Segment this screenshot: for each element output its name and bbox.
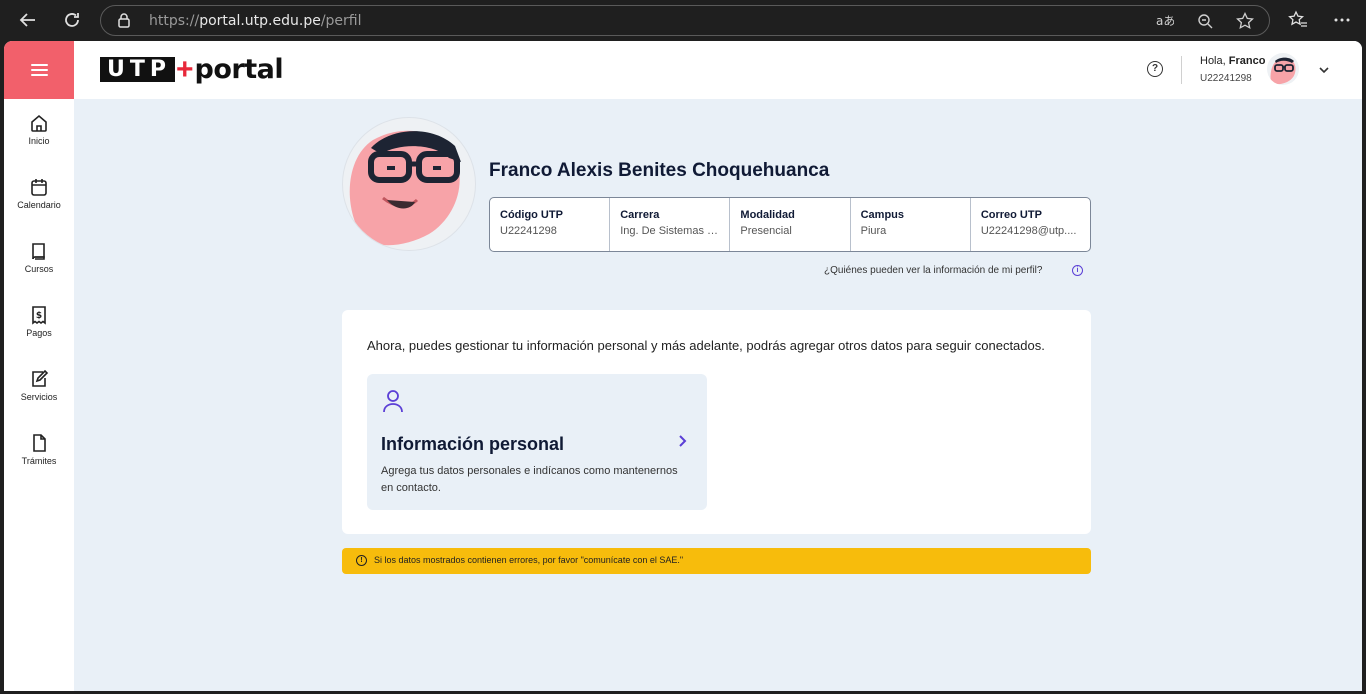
zoom-icon[interactable] [1195,11,1215,31]
sidebar-item-label: Servicios [20,392,58,402]
info-value: U22241298@utp.... [980,225,1077,237]
personal-info-description: Agrega tus datos personales e indícanos … [381,465,678,494]
info-label: Modalidad [740,209,795,221]
info-label: Carrera [620,209,660,221]
avatar[interactable] [1267,53,1299,85]
sidebar: Inicio Calendario Cursos $ Pagos Servici… [4,99,74,691]
sidebar-item-label: Inicio [28,136,50,146]
profile-info-table: Código UTP U22241298 Carrera Ing. De Sis… [489,197,1091,252]
greeting: Hola, Franco [1200,55,1266,67]
chevron-right-icon[interactable] [677,433,689,454]
user-code: U22241298 [1200,73,1252,84]
header-divider [1181,56,1182,84]
sidebar-item-cursos[interactable]: Cursos [4,241,74,291]
chevron-down-icon[interactable] [1318,63,1330,81]
sidebar-item-calendario[interactable]: Calendario [4,177,74,227]
warning-banner: ! Si los datos mostrados contienen error… [342,548,1091,574]
warning-icon: ! [356,555,367,566]
svg-text:aあ: aあ [1156,14,1174,28]
sidebar-item-tramites[interactable]: Trámites [4,433,74,483]
portal-app: UTP + portal ? Hola, Franco U22241298 In… [4,41,1362,691]
info-campus: Campus Piura [851,198,971,251]
window-edge [1362,41,1366,694]
home-icon [31,114,47,132]
info-label: Correo UTP [980,209,1042,221]
warning-text: Si los datos mostrados contienen errores… [374,555,684,565]
personal-info-title: Información personal [381,434,565,454]
reload-icon[interactable] [60,8,84,32]
info-value: Ing. De Sistemas E ... [620,225,720,237]
receipt-icon: $ [32,306,46,325]
profile-full-name: Franco Alexis Benites Choquehuanca [489,160,830,181]
more-options-icon[interactable] [1330,8,1354,32]
book-icon [32,243,45,260]
info-value: Piura [860,225,887,237]
top-header: UTP + portal ? Hola, Franco U22241298 [74,41,1362,99]
personal-info-panel: Ahora, puedes gestionar tu información p… [342,310,1091,534]
url-text: https://portal.utp.edu.pe/perfil [149,13,362,29]
favorites-icon[interactable] [1286,8,1310,32]
info-icon[interactable]: i [1072,265,1083,276]
sidebar-item-pagos[interactable]: $ Pagos [4,305,74,355]
sidebar-item-inicio[interactable]: Inicio [4,113,74,163]
sidebar-item-label: Calendario [17,200,61,210]
info-codigo: Código UTP U22241298 [490,198,611,251]
favorite-star-icon[interactable] [1235,11,1255,31]
info-correo: Correo UTP U22241298@utp.... [971,198,1090,251]
logo-utp-text: UTP [100,56,175,82]
edit-icon [32,369,49,387]
address-bar[interactable]: https://portal.utp.edu.pe/perfil aあ [100,5,1270,36]
browser-toolbar: https://portal.utp.edu.pe/perfil aあ [0,0,1366,41]
profile-visibility-link[interactable]: ¿Quiénes pueden ver la información de mi… [824,265,1042,276]
help-icon[interactable]: ? [1147,61,1163,77]
sidebar-item-servicios[interactable]: Servicios [4,369,74,419]
info-label: Campus [860,209,905,221]
profile-avatar [342,117,476,251]
back-arrow-icon[interactable] [16,8,40,32]
read-aloud-icon[interactable]: aあ [1155,11,1175,31]
info-carrera: Carrera Ing. De Sistemas E ... [610,198,731,251]
hamburger-icon [30,61,48,79]
calendar-icon [31,179,47,196]
lock-icon [117,12,131,33]
user-icon [381,388,405,419]
info-value: Presencial [740,225,792,237]
document-icon [33,434,46,452]
logo-plus-text: + [176,52,194,86]
utp-portal-logo[interactable]: UTP + portal [100,52,284,86]
intro-text: Ahora, puedes gestionar tu información p… [367,338,1045,353]
info-label: Código UTP [500,209,563,221]
info-modalidad: Modalidad Presencial [730,198,851,251]
info-value: U22241298 [500,225,557,237]
logo-portal-text: portal [194,53,284,85]
hamburger-menu-button[interactable] [4,41,74,99]
sidebar-item-label: Trámites [21,456,57,466]
sidebar-item-label: Cursos [24,264,54,274]
svg-text:$: $ [36,311,42,321]
personal-info-card[interactable]: Información personal Agrega tus datos pe… [367,374,707,510]
sidebar-item-label: Pagos [26,328,52,338]
